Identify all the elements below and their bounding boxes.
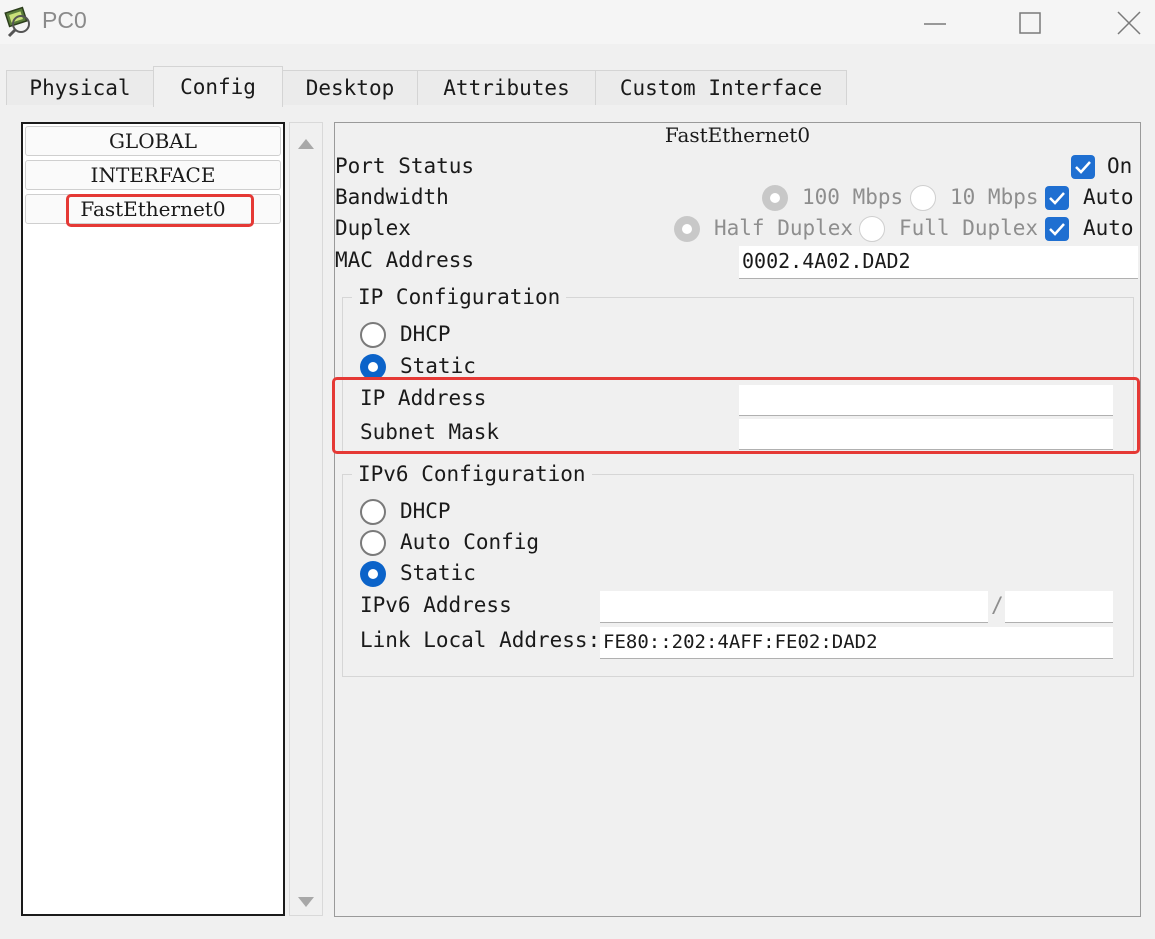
port-status-label: Port Status <box>335 154 475 178</box>
ipv6-static-radio[interactable] <box>360 561 386 587</box>
bandwidth-100-radio[interactable] <box>762 185 788 211</box>
duplex-half-label: Half Duplex <box>714 216 854 240</box>
tab-physical[interactable]: Physical <box>6 70 154 105</box>
ipv4-dhcp-label: DHCP <box>400 322 451 346</box>
highlight-box-fastethernet <box>66 194 254 227</box>
bandwidth-label: Bandwidth <box>335 185 449 209</box>
ipv6-static-label: Static <box>400 561 476 585</box>
duplex-half-radio[interactable] <box>674 216 700 242</box>
minimize-button[interactable] <box>906 4 962 40</box>
tab-custom-interface[interactable]: Custom Interface <box>595 70 847 105</box>
window-title: PC0 <box>42 7 87 33</box>
ipv6-address-label: IPv6 Address <box>360 593 512 617</box>
bandwidth-auto-label: Auto <box>1083 185 1134 209</box>
mac-address-field[interactable]: 0002.4A02.DAD2 <box>739 246 1138 279</box>
duplex-auto-label: Auto <box>1083 216 1134 240</box>
close-button[interactable] <box>1100 4 1155 40</box>
link-local-address-label: Link Local Address: <box>360 628 601 652</box>
ipv6-configuration-legend: IPv6 Configuration <box>352 462 592 486</box>
title-bar <box>0 0 1155 44</box>
sidebar-item-global[interactable]: GLOBAL <box>25 126 281 156</box>
bandwidth-10-radio[interactable] <box>910 185 936 211</box>
ip-configuration-legend: IP Configuration <box>352 285 567 309</box>
ipv6-prefix-input[interactable] <box>1005 591 1113 623</box>
app-icon <box>4 4 38 38</box>
maximize-button[interactable] <box>1002 4 1058 40</box>
scroll-down-arrow-icon[interactable] <box>297 893 315 912</box>
sidebar-list <box>21 122 285 916</box>
bandwidth-10-label: 10 Mbps <box>950 185 1039 209</box>
ipv6-address-input[interactable] <box>600 591 988 623</box>
ipv6-auto-config-label: Auto Config <box>400 530 540 554</box>
port-status-checkbox[interactable] <box>1071 155 1095 179</box>
ipv4-dhcp-radio[interactable] <box>360 322 386 348</box>
duplex-full-label: Full Duplex <box>899 216 1039 240</box>
ipv6-auto-config-radio[interactable] <box>360 530 386 556</box>
duplex-full-radio[interactable] <box>859 216 885 242</box>
ipv6-dhcp-label: DHCP <box>400 499 451 523</box>
scroll-up-arrow-icon[interactable] <box>297 135 315 154</box>
sidebar-scrollbar[interactable] <box>289 122 323 916</box>
tab-attributes[interactable]: Attributes <box>417 70 596 105</box>
panel-title: FastEthernet0 <box>664 123 811 147</box>
duplex-label: Duplex <box>335 216 411 240</box>
port-status-on-label: On <box>1107 154 1133 178</box>
link-local-address-field[interactable]: FE80::202:4AFF:FE02:DAD2 <box>600 627 1113 659</box>
tab-desktop[interactable]: Desktop <box>282 70 418 105</box>
ipv6-prefix-slash: / <box>991 593 1004 617</box>
sidebar-item-interface[interactable]: INTERFACE <box>25 160 281 190</box>
duplex-auto-checkbox[interactable] <box>1045 217 1069 241</box>
ipv4-static-label: Static <box>400 354 476 378</box>
tab-config[interactable]: Config <box>153 66 283 107</box>
bandwidth-auto-checkbox[interactable] <box>1045 186 1069 210</box>
ipv6-dhcp-radio[interactable] <box>360 499 386 525</box>
bandwidth-100-label: 100 Mbps <box>802 185 904 209</box>
highlight-box-ip-fields <box>332 377 1140 454</box>
mac-address-label: MAC Address <box>335 248 475 272</box>
